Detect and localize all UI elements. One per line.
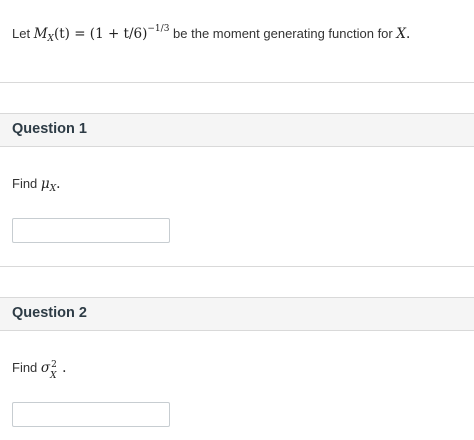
mgf-expression: MX(t) = (1 + t/6)−1/3	[33, 24, 170, 44]
sigma-symbol: σ	[40, 360, 51, 376]
intro-prefix: Let	[12, 26, 31, 41]
question-1-prompt: Find μX.	[12, 174, 60, 194]
section-divider	[0, 82, 474, 83]
mu-symbol: μ	[40, 176, 50, 192]
question-1-find: Find	[12, 176, 38, 191]
sigma-subscript: X	[50, 371, 57, 381]
section-divider	[0, 266, 474, 267]
question-1-end: .	[56, 176, 61, 192]
question-1-title: Question 1	[12, 121, 87, 137]
random-variable: X	[396, 26, 406, 42]
question-2-find: Find	[12, 360, 38, 375]
question-1-header: Question 1	[0, 113, 474, 147]
mgf-body: (t) = (1 + t/6)	[53, 26, 148, 42]
question-2-answer-input[interactable]	[12, 402, 170, 427]
problem-statement: Let MX(t) = (1 + t/6)−1/3 be the moment …	[12, 24, 410, 44]
intro-end: .	[406, 26, 411, 42]
question-2-title: Question 2	[12, 305, 87, 321]
question-2-header: Question 2	[0, 297, 474, 331]
mgf-symbol: M	[33, 26, 48, 42]
question-1-answer-input[interactable]	[12, 218, 170, 243]
question-2-end: .	[62, 360, 67, 376]
intro-suffix: be the moment generating function for	[173, 26, 393, 41]
question-2-prompt: Find σ2X.	[12, 358, 67, 381]
mgf-exponent: −1/3	[147, 24, 170, 34]
